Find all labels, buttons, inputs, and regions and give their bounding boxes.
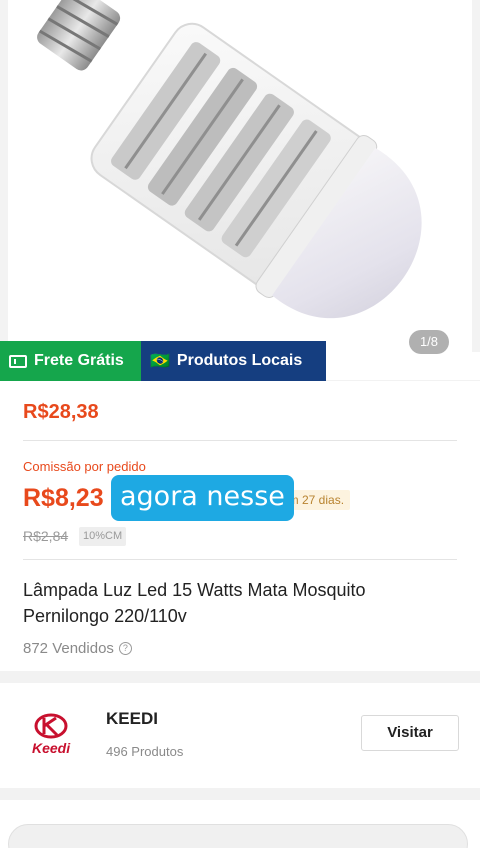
- image-counter: 1/8: [409, 330, 449, 354]
- sold-count[interactable]: 872 Vendidos ?: [23, 640, 132, 657]
- store-card[interactable]: Keedi KEEDI 496 Produtos Visitar: [0, 683, 480, 788]
- store-product-count: 496 Produtos: [106, 744, 184, 759]
- old-commission-price: R$2,84: [23, 528, 69, 544]
- visit-store-button[interactable]: Visitar: [361, 715, 459, 751]
- local-products-badge: 🇧🇷 Produtos Locais: [141, 341, 326, 381]
- brazil-flag-icon: 🇧🇷: [150, 353, 170, 370]
- video-caption: agora nesse: [111, 475, 294, 521]
- product-bulb-image: [37, 0, 422, 319]
- shipping-badges: Frete Grátis 🇧🇷 Produtos Locais: [0, 341, 326, 381]
- commission-percent-tag: 10%CM: [79, 527, 127, 546]
- divider: [23, 440, 457, 441]
- commission-value: R$8,23: [23, 484, 104, 512]
- product-title: Lâmpada Luz Led 15 Watts Mata Mosquito P…: [23, 580, 366, 626]
- local-products-label: Produtos Locais: [176, 352, 303, 369]
- store-logo-text: Keedi: [32, 740, 71, 756]
- free-shipping-badge: Frete Grátis: [0, 341, 141, 381]
- sold-count-label: 872 Vendidos: [23, 640, 114, 657]
- free-shipping-label: Frete Grátis: [34, 352, 124, 369]
- store-name: KEEDI: [106, 709, 158, 728]
- store-logo: Keedi: [32, 713, 71, 756]
- commission-label: Comissão por pedido: [23, 459, 146, 474]
- product-image-carousel[interactable]: 1/8: [0, 0, 480, 380]
- product-price: R$28,38: [23, 401, 99, 423]
- divider: [23, 559, 457, 560]
- bottom-action-bar: [0, 800, 480, 848]
- ticket-icon: [9, 354, 27, 368]
- bottom-action-pill[interactable]: [8, 824, 468, 848]
- info-icon[interactable]: ?: [118, 642, 132, 655]
- product-info-card: R$28,38 Comissão por pedido R$8,23 ltam …: [0, 381, 480, 671]
